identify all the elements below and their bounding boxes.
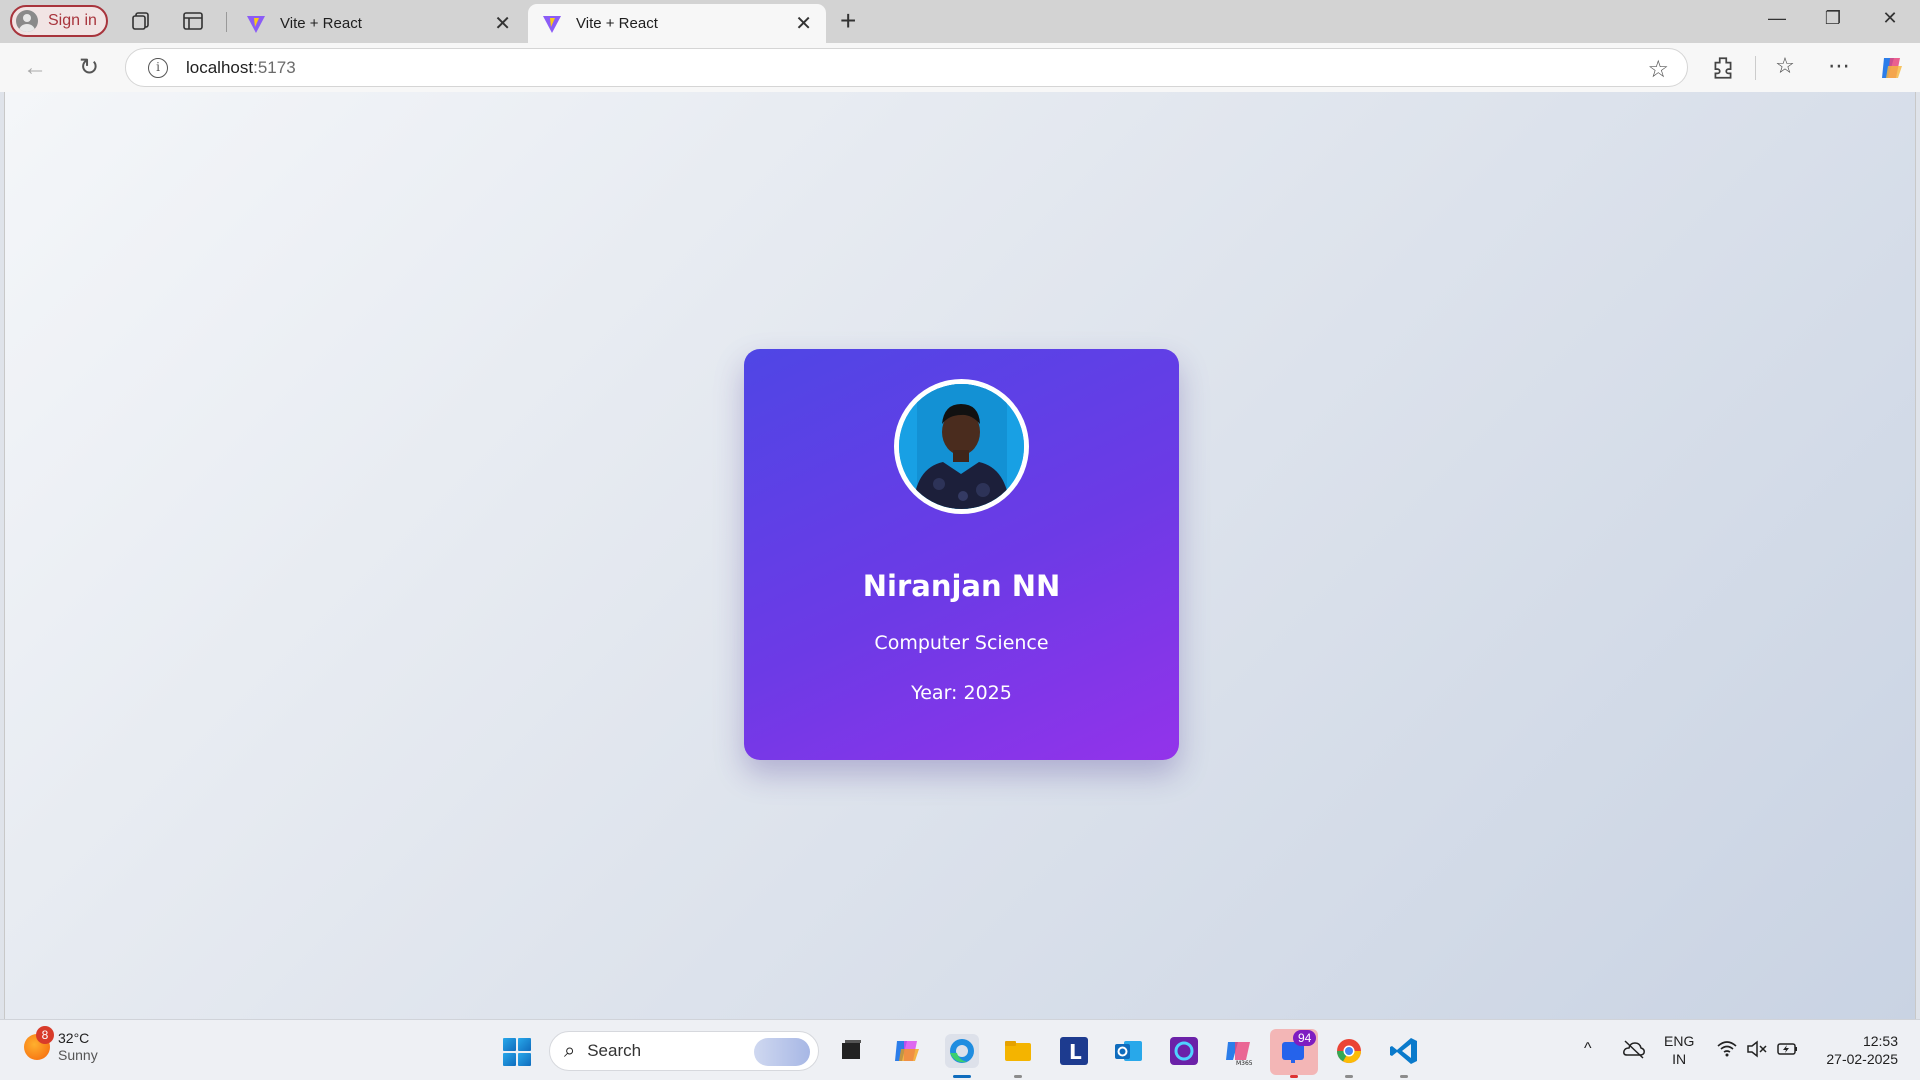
tab-close-icon[interactable]: ✕ [795, 14, 812, 34]
task-view-icon[interactable] [834, 1034, 868, 1068]
windows-logo-icon [503, 1038, 516, 1051]
edge-running-indicator [953, 1075, 971, 1078]
url-host: localhost [186, 57, 254, 77]
onedrive-icon[interactable] [1622, 1038, 1646, 1060]
avatar [894, 379, 1029, 514]
tab-vite-react-1[interactable]: Vite + React ✕ [232, 4, 525, 43]
l-app-icon[interactable]: L [1057, 1034, 1091, 1068]
tab-divider [226, 12, 227, 32]
cortana-icon[interactable] [1167, 1034, 1201, 1068]
favorites-icon[interactable]: ☆ [1770, 53, 1800, 79]
weather-badge: 8 [36, 1026, 54, 1044]
copilot-app-icon[interactable] [890, 1034, 924, 1068]
weather-condition: Sunny [58, 1047, 98, 1063]
system-clock[interactable]: 12:53 27-02-2025 [1814, 1032, 1898, 1068]
browser-toolbar: ← ↻ i localhost :5173 ☆ ☆ ⋯ [0, 43, 1920, 92]
weather-widget[interactable]: 8 32°C Sunny [24, 1026, 98, 1064]
wifi-icon[interactable] [1716, 1040, 1738, 1058]
tab-title: Vite + React [280, 15, 362, 32]
teams-running-indicator [1290, 1075, 1298, 1078]
language-indicator[interactable]: ENG IN [1664, 1032, 1694, 1068]
chrome-icon[interactable] [1332, 1034, 1366, 1068]
site-info-icon[interactable]: i [148, 57, 168, 78]
search-highlight-image [754, 1038, 810, 1066]
copilot-icon[interactable] [1878, 54, 1906, 82]
taskbar-search[interactable]: ⌕ Search [549, 1031, 819, 1071]
tab-title: Vite + React [576, 15, 658, 32]
volume-muted-icon[interactable] [1746, 1040, 1768, 1058]
profile-photo [899, 384, 1024, 509]
windows-taskbar: 8 32°C Sunny ⌕ Search L M365 94 ^ ENG IN… [0, 1019, 1920, 1080]
vscode-icon[interactable] [1387, 1034, 1421, 1068]
teams-badge: 94 [1293, 1030, 1317, 1046]
svg-text:M365: M365 [1236, 1060, 1253, 1067]
student-name: Niranjan NN [862, 569, 1061, 603]
language-region: IN [1672, 1051, 1687, 1067]
vertical-tabs-icon[interactable] [182, 10, 204, 32]
page-viewport: Niranjan NN Computer Science Year: 2025 [4, 92, 1916, 1019]
sign-in-label: Sign in [48, 12, 97, 29]
chrome-running-indicator [1345, 1075, 1353, 1078]
sun-icon: 8 [24, 1026, 54, 1060]
favorite-star-icon[interactable]: ☆ [1647, 55, 1669, 84]
vite-logo-icon [247, 15, 265, 33]
minimize-button[interactable]: — [1757, 8, 1797, 29]
show-hidden-icons-chevron-icon[interactable]: ^ [1584, 1040, 1592, 1058]
clock-date: 27-02-2025 [1826, 1051, 1898, 1067]
search-icon: ⌕ [564, 1039, 576, 1062]
address-bar[interactable]: i localhost :5173 ☆ [125, 48, 1688, 87]
toolbar-separator [1755, 56, 1756, 80]
tab-strip: Sign in Vite + React ✕ Vite + React ✕ + … [0, 0, 1920, 43]
restore-button[interactable]: ❐ [1813, 8, 1853, 29]
vscode-running-indicator [1400, 1075, 1408, 1078]
profile-avatar-icon [16, 10, 38, 32]
vite-logo-icon [543, 15, 561, 33]
outlook-icon[interactable] [1112, 1034, 1146, 1068]
sign-in-button[interactable]: Sign in [10, 5, 108, 37]
svg-text:L: L [1069, 1040, 1082, 1064]
edge-browser-icon[interactable] [945, 1034, 979, 1068]
tab-vite-react-2[interactable]: Vite + React ✕ [528, 4, 826, 43]
tab-close-icon[interactable]: ✕ [494, 14, 511, 34]
explorer-running-indicator [1014, 1075, 1022, 1078]
profile-card: Niranjan NN Computer Science Year: 2025 [744, 349, 1179, 760]
start-button[interactable] [503, 1038, 531, 1066]
file-explorer-icon[interactable] [1001, 1034, 1035, 1068]
clock-time: 12:53 [1862, 1033, 1898, 1049]
person-photo-icon [899, 384, 1024, 509]
url-port: :5173 [253, 57, 296, 77]
weather-temp: 32°C [58, 1030, 90, 1046]
battery-charging-icon[interactable] [1776, 1041, 1800, 1057]
workspaces-icon[interactable] [130, 10, 152, 32]
more-options-icon[interactable]: ⋯ [1824, 53, 1854, 79]
close-window-button[interactable]: ✕ [1870, 8, 1910, 29]
student-year: Year: 2025 [911, 682, 1012, 704]
refresh-icon[interactable]: ↻ [76, 55, 102, 81]
student-department: Computer Science [874, 632, 1049, 654]
extensions-icon[interactable] [1710, 55, 1736, 81]
back-arrow-icon[interactable]: ← [22, 55, 48, 81]
new-tab-button[interactable]: + [840, 7, 856, 35]
m365-icon[interactable]: M365 [1222, 1034, 1256, 1068]
search-placeholder: Search [587, 1041, 642, 1060]
language-code: ENG [1664, 1033, 1695, 1049]
